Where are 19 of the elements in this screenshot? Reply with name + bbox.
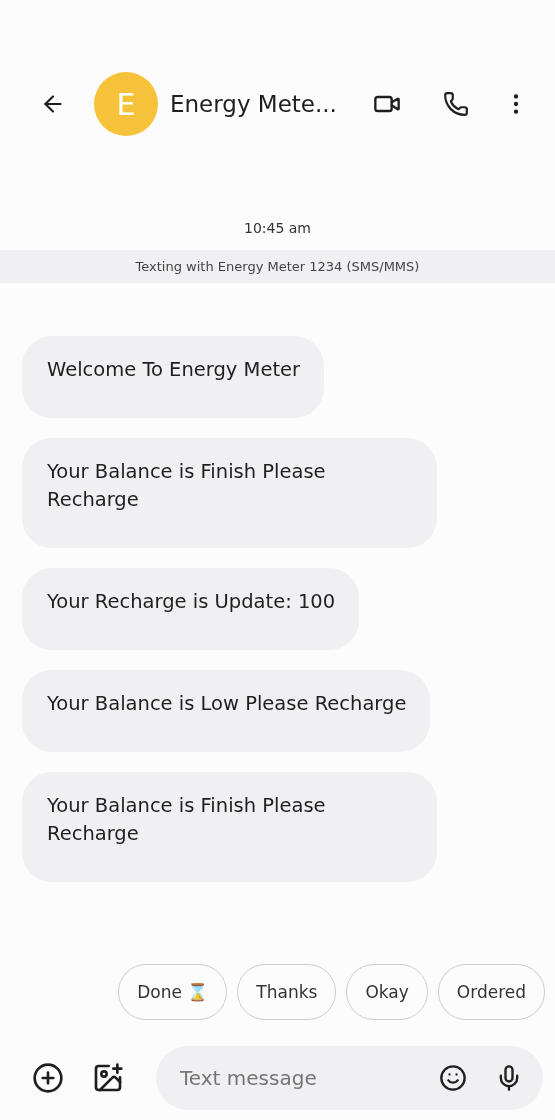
message-bubble: Your Balance is Finish Please Recharge	[22, 438, 437, 548]
emoji-icon[interactable]	[439, 1064, 467, 1092]
image-icon[interactable]	[92, 1062, 124, 1094]
suggestion-chip[interactable]: Okay	[346, 964, 428, 1020]
message-input-field[interactable]: Text message	[178, 1065, 433, 1091]
suggestion-chip[interactable]: Ordered	[437, 964, 545, 1020]
contact-name: Energy Mete...	[170, 91, 338, 117]
message-bubble: Your Recharge is Update: 100	[22, 568, 360, 650]
composer-bar[interactable]: Text message	[156, 1046, 543, 1110]
message-bubble: Welcome To Energy Meter	[22, 336, 325, 418]
suggestion-chip[interactable]: Thanks	[237, 964, 337, 1020]
phone-icon[interactable]	[443, 91, 469, 117]
conversation-banner: Texting with Energy Meter 1234 (SMS/MMS)	[0, 250, 555, 283]
message-bubble: Your Balance is Low Please Recharge	[22, 670, 431, 752]
timestamp: 10:45 am	[243, 220, 312, 236]
suggestion-chip[interactable]: Done ⌛	[118, 964, 228, 1020]
message-bubble: Your Balance is Finish Please Recharge	[22, 772, 437, 882]
add-icon[interactable]	[32, 1062, 64, 1094]
avatar: E	[94, 72, 158, 136]
